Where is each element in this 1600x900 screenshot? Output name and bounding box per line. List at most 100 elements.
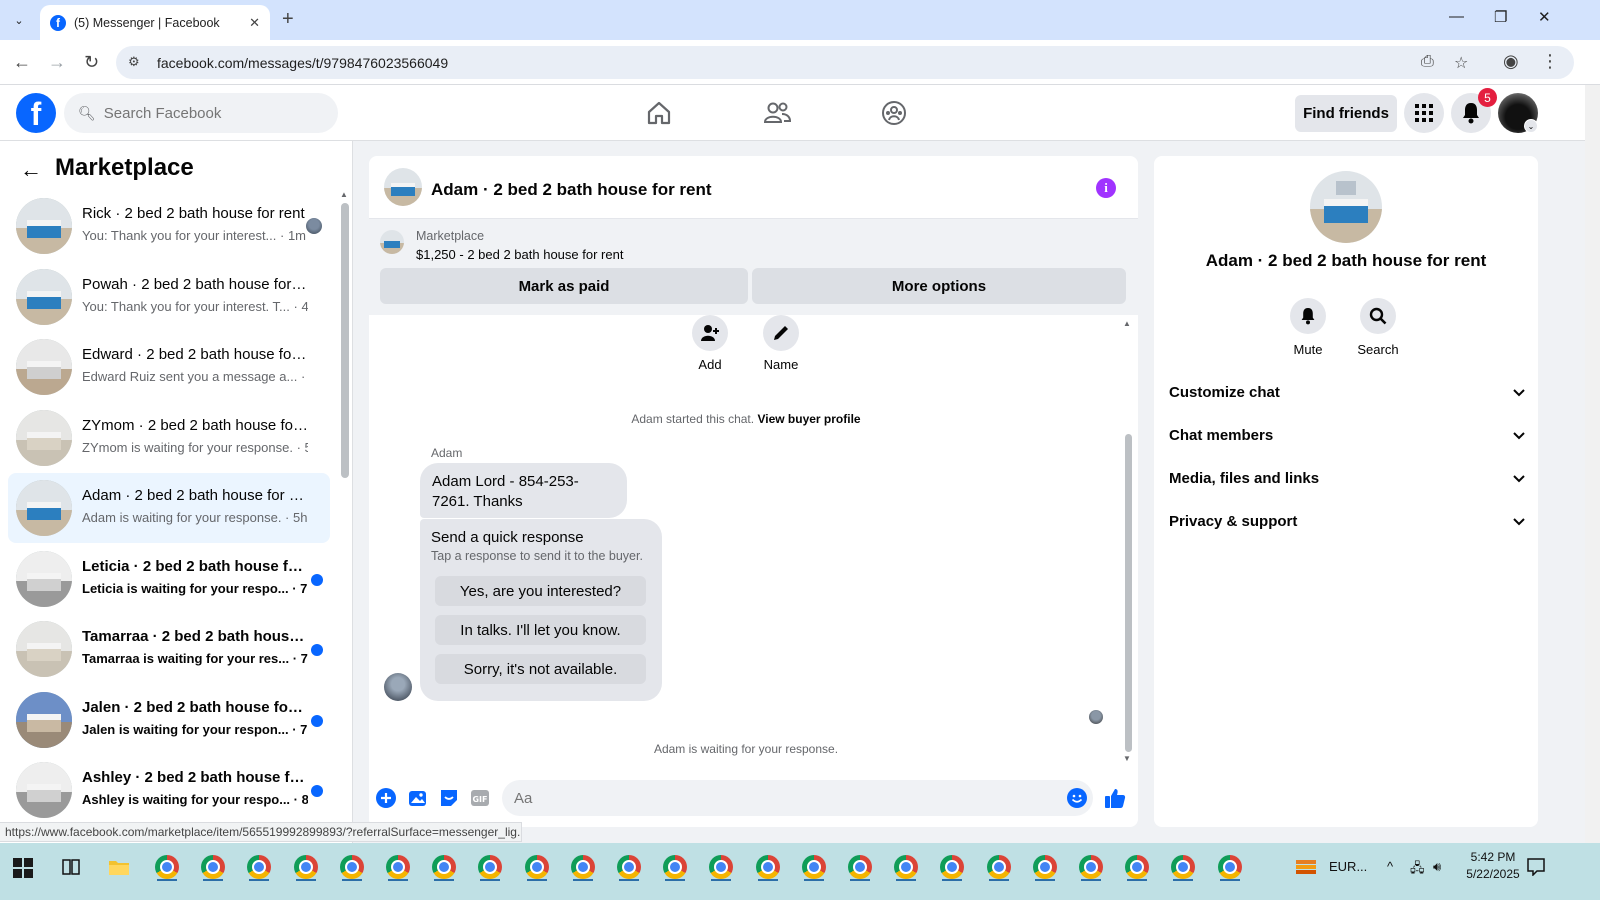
- listing-title[interactable]: $1,250 - 2 bed 2 bath house for rent: [416, 247, 623, 262]
- message-input[interactable]: [502, 780, 1093, 816]
- tab-search-dropdown-icon[interactable]: ⌄: [8, 9, 30, 31]
- network-icon[interactable]: 🖧︎: [1410, 859, 1425, 881]
- customize-chat-row[interactable]: Customize chat: [1169, 371, 1525, 414]
- conversation-item[interactable]: Adam · 2 bed 2 bath house for rent Adam i…: [8, 473, 330, 543]
- conversation-item[interactable]: Tamarraa · 2 bed 2 bath house for rent Ta…: [8, 614, 330, 684]
- quick-reply-not-available-button[interactable]: Sorry, it's not available.: [435, 654, 646, 684]
- thumbs-up-icon[interactable]: [1104, 787, 1126, 809]
- facebook-search[interactable]: 🔍︎: [64, 93, 338, 133]
- chrome-window-icon[interactable]: [613, 851, 645, 883]
- chrome-window-icon[interactable]: [659, 851, 691, 883]
- conversation-item[interactable]: Ashley · 2 bed 2 bath house for rent Ashl…: [8, 755, 330, 825]
- chrome-window-icon[interactable]: [521, 851, 553, 883]
- close-window-icon[interactable]: ✕: [1538, 8, 1551, 26]
- site-info-icon[interactable]: ⚙: [128, 54, 140, 70]
- quick-reply-in-talks-button[interactable]: In talks. I'll let you know.: [435, 615, 646, 645]
- conversation-item[interactable]: ZYmom · 2 bed 2 bath house for rent ZYmom…: [8, 403, 330, 473]
- language-app-icon[interactable]: [1290, 851, 1322, 883]
- chrome-window-icon[interactable]: [474, 851, 506, 883]
- address-bar[interactable]: ⚙ facebook.com/messages/t/97984760235660…: [116, 46, 1574, 79]
- search-input[interactable]: [103, 104, 324, 122]
- chrome-window-icon[interactable]: [336, 851, 368, 883]
- reload-icon[interactable]: ↻: [84, 52, 99, 73]
- add-people-button[interactable]: Add: [685, 315, 735, 372]
- find-friends-button[interactable]: Find friends: [1295, 95, 1397, 132]
- conversation-item[interactable]: Jalen · 2 bed 2 bath house for rent Jalen…: [8, 685, 330, 755]
- chrome-window-icon[interactable]: [428, 851, 460, 883]
- chrome-window-icon[interactable]: [197, 851, 229, 883]
- url-text[interactable]: facebook.com/messages/t/9798476023566049: [157, 55, 448, 71]
- chrome-window-icon[interactable]: [1167, 851, 1199, 883]
- listing-avatar[interactable]: [1310, 171, 1382, 243]
- chrome-window-icon[interactable]: [567, 851, 599, 883]
- chrome-window-icon[interactable]: [1121, 851, 1153, 883]
- gif-icon[interactable]: GIF: [469, 787, 491, 809]
- sender-avatar[interactable]: [384, 673, 412, 701]
- conversation-item[interactable]: Rick · 2 bed 2 bath house for rent You: T…: [8, 191, 330, 261]
- chrome-window-icon[interactable]: [890, 851, 922, 883]
- file-explorer-icon[interactable]: [103, 851, 135, 883]
- message-bubble[interactable]: Adam Lord - 854-253-7261. Thanks: [420, 463, 627, 518]
- groups-icon[interactable]: [878, 97, 910, 129]
- chat-scroll-down-icon[interactable]: ▼: [1123, 754, 1131, 763]
- chrome-window-icon[interactable]: [1214, 851, 1246, 883]
- chat-members-row[interactable]: Chat members: [1169, 414, 1525, 457]
- listing-thumbnail[interactable]: [380, 230, 404, 254]
- volume-icon[interactable]: 🔊︎: [1433, 859, 1441, 875]
- quick-reply-yes-button[interactable]: Yes, are you interested?: [435, 576, 646, 606]
- name-chat-button[interactable]: Name: [756, 315, 806, 372]
- chrome-window-icon[interactable]: [290, 851, 322, 883]
- view-buyer-profile-link[interactable]: View buyer profile: [757, 412, 860, 426]
- chrome-window-icon[interactable]: [243, 851, 275, 883]
- chrome-window-icon[interactable]: [752, 851, 784, 883]
- browser-tab[interactable]: f (5) Messenger | Facebook ✕: [40, 5, 270, 40]
- emoji-icon[interactable]: [1066, 787, 1088, 809]
- sidebar-scrollbar[interactable]: [341, 203, 349, 478]
- bookmark-star-icon[interactable]: ☆: [1454, 53, 1468, 73]
- facebook-logo-icon[interactable]: f: [16, 93, 56, 133]
- profile-icon[interactable]: ◉: [1503, 51, 1519, 72]
- minimize-icon[interactable]: —: [1449, 8, 1464, 25]
- mark-as-paid-button[interactable]: Mark as paid: [380, 268, 748, 304]
- input-language-indicator[interactable]: EUR...: [1329, 859, 1367, 874]
- scroll-up-arrow-icon[interactable]: ▲: [340, 190, 348, 199]
- chat-title[interactable]: Adam · 2 bed 2 bath house for rent: [431, 180, 712, 200]
- back-icon[interactable]: ←: [13, 52, 31, 73]
- chrome-window-icon[interactable]: [1075, 851, 1107, 883]
- conversation-item[interactable]: Edward · 2 bed 2 bath house for rent Edwa…: [8, 332, 330, 402]
- chrome-window-icon[interactable]: [382, 851, 414, 883]
- browser-menu-icon[interactable]: ⋮: [1541, 51, 1559, 72]
- back-arrow-icon[interactable]: ←: [20, 157, 42, 183]
- new-tab-icon[interactable]: +: [282, 8, 294, 31]
- page-scrollbar[interactable]: [1585, 85, 1600, 843]
- forward-icon[interactable]: →: [48, 52, 66, 73]
- task-view-icon[interactable]: [55, 851, 87, 883]
- mute-button[interactable]: Mute: [1278, 298, 1338, 357]
- tab-close-icon[interactable]: ✕: [249, 15, 260, 31]
- chat-scrollbar[interactable]: [1125, 434, 1132, 752]
- chrome-window-icon[interactable]: [705, 851, 737, 883]
- show-hidden-icons-chevron-icon[interactable]: ^: [1387, 859, 1393, 874]
- conversation-item[interactable]: Leticia · 2 bed 2 bath house for rent Let…: [8, 544, 330, 614]
- account-chevron-down-icon[interactable]: ⌄: [1524, 119, 1538, 133]
- menu-grid-icon[interactable]: [1404, 93, 1444, 133]
- conversation-item[interactable]: Powah · 2 bed 2 bath house for rent You: …: [8, 262, 330, 332]
- friends-icon[interactable]: [761, 97, 793, 129]
- home-icon[interactable]: [643, 97, 675, 129]
- windows-start-icon[interactable]: [13, 858, 33, 878]
- info-icon[interactable]: i: [1096, 178, 1116, 198]
- more-options-button[interactable]: More options: [752, 268, 1126, 304]
- chrome-window-icon[interactable]: [1029, 851, 1061, 883]
- restore-icon[interactable]: ❐: [1494, 8, 1507, 26]
- search-in-chat-button[interactable]: Search: [1348, 298, 1408, 357]
- plus-circle-icon[interactable]: [375, 787, 397, 809]
- chrome-window-icon[interactable]: [983, 851, 1015, 883]
- notification-center-icon[interactable]: [1520, 851, 1552, 883]
- chrome-window-icon[interactable]: [798, 851, 830, 883]
- chrome-app-icon[interactable]: [151, 851, 183, 883]
- chrome-window-icon[interactable]: [936, 851, 968, 883]
- privacy-support-row[interactable]: Privacy & support: [1169, 500, 1525, 543]
- install-app-icon[interactable]: ⎙: [1421, 53, 1434, 71]
- sticker-icon[interactable]: [438, 787, 460, 809]
- chat-avatar[interactable]: [384, 168, 422, 206]
